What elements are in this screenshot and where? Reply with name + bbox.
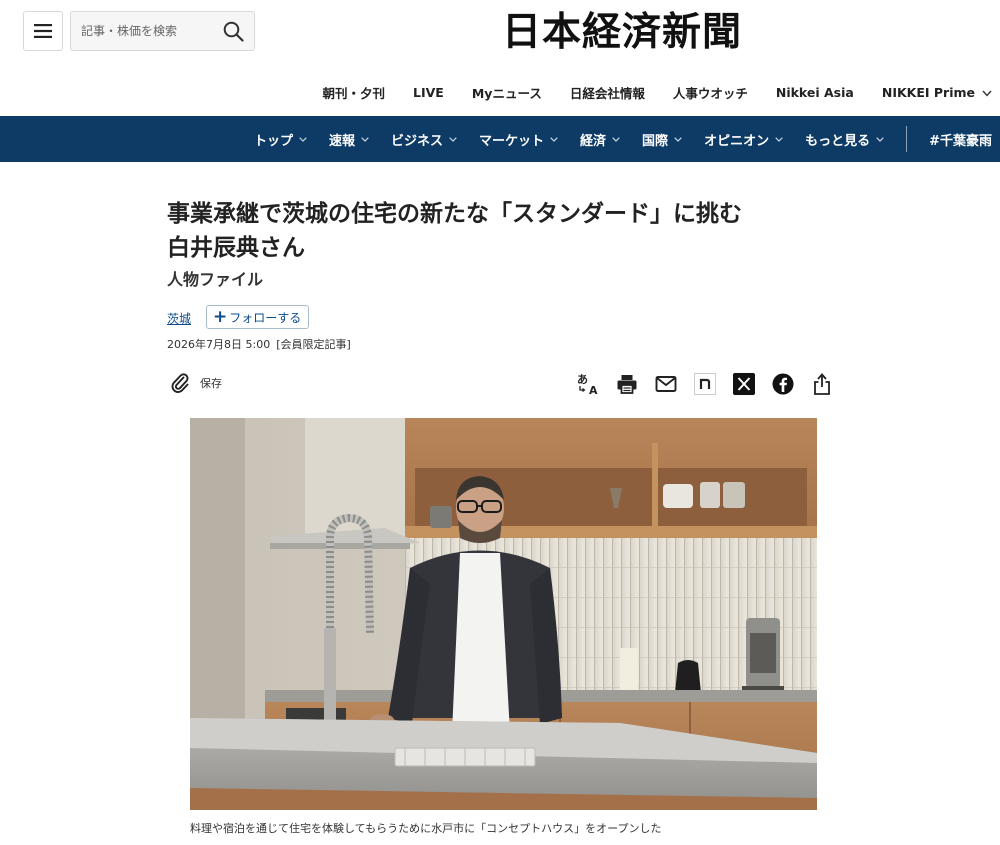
save-button[interactable]: 保存 [170,372,222,394]
translate-icon: あ A [577,373,598,396]
nav-more-label: もっと見る [805,133,871,149]
nav-market-label: マーケット [479,133,545,149]
share-button[interactable] [810,372,834,396]
nav-economy-label: 経済 [580,133,607,149]
chevron-down-icon [775,136,783,142]
kitchen-photo-illustration [190,418,817,810]
facebook-share-button[interactable] [771,372,795,396]
chevron-down-icon [449,136,457,142]
search-icon[interactable] [223,21,244,42]
nav-divider [906,126,908,152]
headline-line-2: 白井辰典さん [167,235,305,261]
nav-opinion-label: オピニオン [704,133,770,149]
x-share-button[interactable] [732,372,756,396]
mail-button[interactable] [654,372,678,396]
note-button[interactable] [693,372,717,396]
chevron-down-icon [612,136,620,142]
topic-link-ibaraki[interactable]: 茨城 [167,310,191,327]
follow-button-label: フォローする [229,310,302,325]
subnav-company-info[interactable]: 日経会社情報 [570,83,645,102]
mail-icon [655,376,677,392]
site-logo[interactable]: 日本経済新聞 [502,8,742,56]
nav-top-label: トップ [253,133,293,149]
publish-date: 2026年7月8日 5:00 [167,338,271,351]
facebook-icon [772,373,794,395]
nav-international[interactable]: 国際 [642,130,682,149]
nav-market[interactable]: マーケット [479,130,558,149]
nav-business[interactable]: ビジネス [391,130,457,149]
nav-hashtag-chiba-rain[interactable]: #千葉豪雨 [929,130,992,149]
follow-button[interactable]: + フォローする [206,305,310,329]
chevron-down-icon [550,136,558,142]
headline-line-1: 事業承継で茨城の住宅の新たな「スタンダード」に挑む [167,201,742,227]
paperclip-icon [171,373,189,393]
search-input[interactable] [81,24,211,38]
chevron-down-icon [674,136,682,142]
subnav-my-news[interactable]: Myニュース [472,83,542,102]
search-box[interactable] [70,11,255,51]
nav-international-label: 国際 [642,133,669,149]
chevron-down-icon [299,136,307,142]
nav-more[interactable]: もっと見る [805,130,884,149]
nav-business-label: ビジネス [391,133,444,149]
note-icon [694,373,716,395]
nav-top[interactable]: トップ [254,130,307,149]
subnav-personnel-watch[interactable]: 人事ウオッチ [673,83,748,102]
nav-breaking[interactable]: 速報 [329,130,369,149]
svg-text:A: A [589,384,598,396]
nav-opinion[interactable]: オピニオン [704,130,783,149]
series-title[interactable]: 人物ファイル [167,266,263,290]
sub-navigation: 朝刊・夕刊 LIVE Myニュース 日経会社情報 人事ウオッチ Nikkei A… [295,82,993,102]
print-icon [617,375,637,394]
save-label: 保存 [200,377,222,390]
subnav-live[interactable]: LIVE [413,85,444,100]
article-dateline: 2026年7月8日 5:00 [会員限定記事] [167,336,357,352]
chevron-down-icon [982,90,992,97]
nav-economy[interactable]: 経済 [580,130,620,149]
subnav-nikkei-prime[interactable]: NIKKEI Prime [882,85,992,100]
nav-breaking-label: 速報 [328,133,355,149]
chevron-down-icon [876,136,884,142]
main-navigation: トップ 速報 ビジネス マーケット 経済 国際 オピニオン もっと見る #千葉豪… [0,116,1000,162]
subnav-nikkei-asia[interactable]: Nikkei Asia [776,85,854,100]
subnav-nikkei-prime-label: NIKKEI Prime [881,84,975,100]
share-toolbar: あ A [576,371,834,397]
menu-icon [34,24,52,38]
x-icon [733,373,755,395]
subnav-chokan-yukan[interactable]: 朝刊・夕刊 [323,83,386,102]
translate-button[interactable]: あ A [576,372,600,396]
share-icon [814,373,830,395]
plus-icon: + [213,306,228,327]
photo-caption: 料理や宿泊を通じて住宅を体験してもらうために水戸市に「コンセプトハウス」をオープ… [190,822,662,835]
member-only-label: [会員限定記事] [276,338,351,351]
print-button[interactable] [615,372,639,396]
menu-button[interactable] [23,11,63,51]
chevron-down-icon [361,136,369,142]
article-headline: 事業承継で茨城の住宅の新たな「スタンダード」に挑む 白井辰典さん [167,197,847,265]
article-photo [190,418,817,810]
svg-text:あ: あ [577,373,588,386]
